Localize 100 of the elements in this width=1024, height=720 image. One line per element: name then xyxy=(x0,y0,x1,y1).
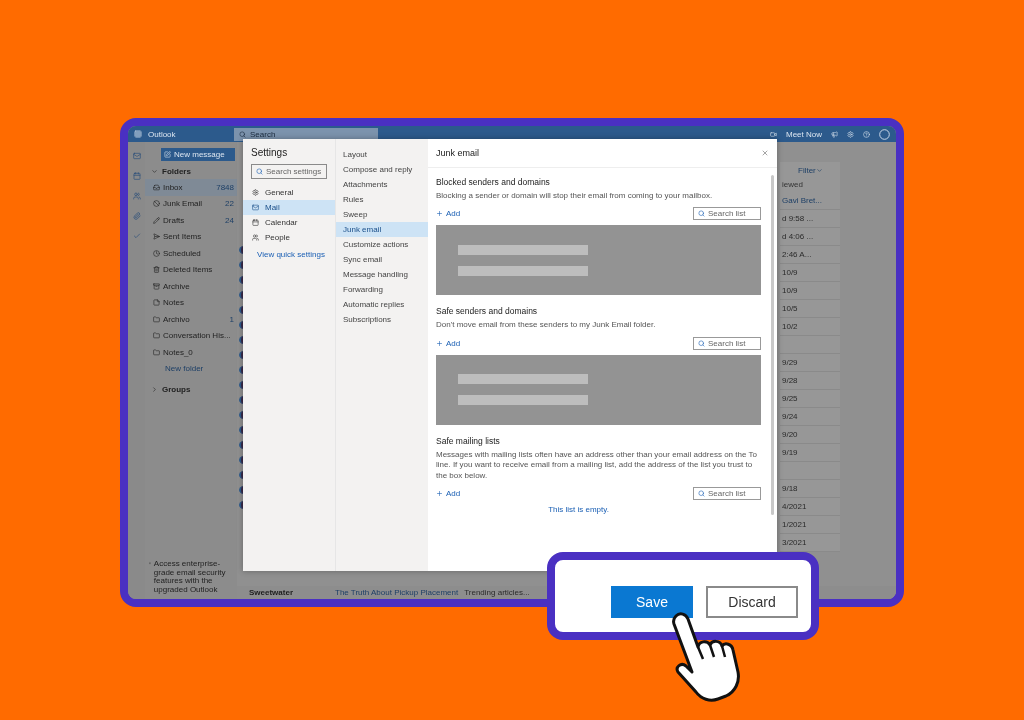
mail-icon xyxy=(252,204,259,211)
section-description: Messages with mailing lists often have an address other than your email address on the To line. If you want to receive email from a mailing list, add the address of the list you trust to the box below. xyxy=(436,449,758,481)
settings-subcategory[interactable]: Customize actions xyxy=(336,237,428,252)
folder-icon xyxy=(153,348,160,356)
message-date: 9/25 xyxy=(780,390,840,408)
message-date: Gavi Bret... xyxy=(780,192,840,210)
settings-subcategory[interactable]: Layout xyxy=(336,147,428,162)
paperclip-icon[interactable] xyxy=(132,212,141,220)
settings-title: Settings xyxy=(250,147,289,160)
search-list-field[interactable]: Search list xyxy=(693,486,761,500)
settings-subcategory[interactable]: Forwarding xyxy=(336,282,428,297)
settings-category[interactable]: General xyxy=(243,185,335,200)
mail-icon[interactable] xyxy=(132,152,141,160)
settings-subcategory[interactable]: Message handling xyxy=(336,267,428,282)
avatar-icon[interactable] xyxy=(879,128,890,140)
message-date: d 9:58 ... xyxy=(780,210,840,228)
filter-button[interactable]: Filter xyxy=(780,162,840,179)
groups-header[interactable]: Groups xyxy=(145,372,237,397)
chevron-down-icon xyxy=(815,167,823,174)
section-description: Blocking a sender or domain will stop their email from coming to your mailbox. xyxy=(436,191,714,202)
new-folder-link[interactable]: New folder xyxy=(145,360,237,373)
people-icon xyxy=(252,234,259,241)
folder-icon xyxy=(153,332,160,340)
close-button[interactable] xyxy=(761,149,769,157)
empty-list-text: This list is empty. xyxy=(548,504,609,514)
settings-subcategory[interactable]: Sync email xyxy=(336,252,428,267)
people-icon[interactable] xyxy=(132,192,141,200)
message-date: 10/9 xyxy=(780,282,840,300)
search-list-field[interactable]: Search list xyxy=(693,207,761,221)
folder-item[interactable]: Archivo 1 xyxy=(145,311,237,328)
plus-icon xyxy=(436,489,443,497)
add-button[interactable]: Add xyxy=(436,209,461,219)
section-heading: Safe senders and domains xyxy=(436,305,539,319)
save-button[interactable]: Save xyxy=(611,586,693,618)
settings-subcategory[interactable]: Compose and reply xyxy=(336,162,428,177)
calendar-icon[interactable] xyxy=(132,172,141,180)
plus-icon xyxy=(436,339,443,347)
meet-now-link[interactable]: Meet Now xyxy=(786,129,822,139)
add-button[interactable]: Add xyxy=(436,488,461,498)
folders-header[interactable]: Folders xyxy=(145,161,237,179)
video-icon[interactable] xyxy=(770,130,777,138)
discard-button[interactable]: Discard xyxy=(706,586,798,618)
settings-category[interactable]: Mail xyxy=(243,200,335,215)
new-message-button[interactable]: New message xyxy=(161,148,235,161)
section-heading: Blocked senders and domains xyxy=(436,176,551,189)
search-icon xyxy=(698,339,705,347)
settings-subcategory[interactable]: Sweep xyxy=(336,207,428,222)
settings-category[interactable]: Calendar xyxy=(243,215,335,230)
settings-subcategory[interactable]: Rules xyxy=(336,192,428,207)
search-icon xyxy=(239,130,246,138)
archive-icon xyxy=(153,282,160,290)
panel-title: Junk email xyxy=(436,148,480,158)
message-date: 9/24 xyxy=(780,408,840,426)
plus-icon xyxy=(436,210,443,218)
settings-subcategory[interactable]: Attachments xyxy=(336,177,428,192)
message-date: 2:46 A... xyxy=(780,246,840,264)
settings-subcategory[interactable]: Automatic replies xyxy=(336,297,428,312)
message-date: 10/9 xyxy=(780,264,840,282)
search-icon xyxy=(698,489,705,497)
app-name: Outlook xyxy=(148,129,177,139)
message-date: 9/20 xyxy=(780,426,840,444)
message-date: 9/29 xyxy=(780,354,840,372)
trash-icon xyxy=(153,266,160,274)
view-quick-settings-link[interactable]: View quick settings xyxy=(243,245,335,259)
settings-subcategory[interactable]: Subscriptions xyxy=(336,312,428,327)
folder-item[interactable]: Scheduled xyxy=(145,245,237,262)
search-list-field[interactable]: Search list xyxy=(693,336,761,350)
megaphone-icon[interactable] xyxy=(831,130,838,138)
section-heading: Safe mailing lists xyxy=(436,434,501,448)
settings-subcategory[interactable]: Junk email xyxy=(336,222,428,237)
message-date: 10/2 xyxy=(780,318,840,336)
send-icon xyxy=(153,233,160,241)
app-launcher-icon[interactable] xyxy=(134,130,142,138)
search-icon xyxy=(698,210,705,218)
scrollbar[interactable] xyxy=(771,175,774,515)
folder-item[interactable]: Junk Email 22 xyxy=(145,195,237,212)
folder-item[interactable]: Archive xyxy=(145,278,237,295)
clock-icon xyxy=(153,249,160,257)
folder-item[interactable]: Inbox 7848 xyxy=(145,179,237,196)
message-date: 9/18 xyxy=(780,480,840,498)
message-date: 4/2021 xyxy=(780,498,840,516)
folder-item[interactable]: Sent Items xyxy=(145,228,237,245)
settings-category[interactable]: People xyxy=(243,230,335,245)
sort-label[interactable]: iewed xyxy=(780,179,840,192)
help-icon[interactable] xyxy=(863,130,870,138)
folder-item[interactable]: Deleted Items xyxy=(145,261,237,278)
pencil-icon xyxy=(153,216,160,224)
add-button[interactable]: Add xyxy=(436,338,461,348)
folder-item[interactable]: Drafts 24 xyxy=(145,212,237,229)
message-date: 9/28 xyxy=(780,372,840,390)
note-icon xyxy=(153,299,160,307)
section-description: Don't move email from these senders to my Junk Email folder. xyxy=(436,320,657,331)
check-icon[interactable] xyxy=(132,232,141,240)
chevron-down-icon xyxy=(151,168,158,175)
message-date: d 4:06 ... xyxy=(780,228,840,246)
folder-item[interactable]: Notes xyxy=(145,294,237,311)
search-settings-field[interactable]: Search settings xyxy=(251,164,327,179)
folder-item[interactable]: Conversation His... xyxy=(145,327,237,344)
folder-item[interactable]: Notes_0 xyxy=(145,344,237,361)
message-date: 10/5 xyxy=(780,300,840,318)
